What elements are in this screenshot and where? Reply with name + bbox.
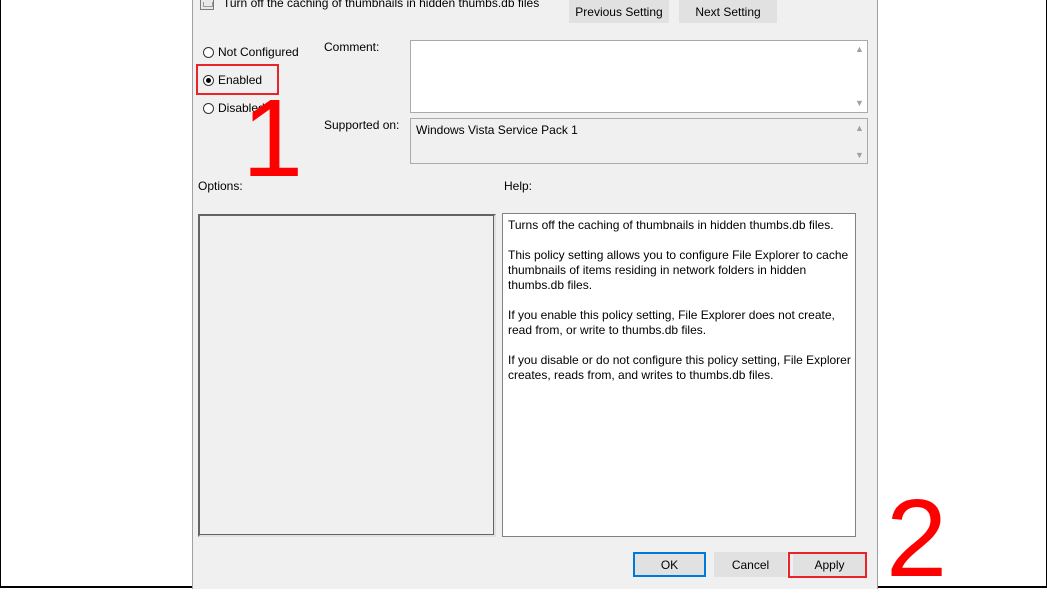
radio-button[interactable] <box>203 102 214 114</box>
next-setting-button[interactable]: Next Setting <box>679 0 777 23</box>
radio-not-configured[interactable]: Not Configured <box>203 45 299 59</box>
supported-scrollbar[interactable]: ▲ ▼ <box>852 119 867 163</box>
supported-on-label: Supported on: <box>324 118 400 132</box>
help-paragraph: Turns off the caching of thumbnails in h… <box>508 218 834 232</box>
options-panel <box>198 214 496 537</box>
help-label: Help: <box>504 179 533 193</box>
comment-input[interactable]: ▲ ▼ <box>410 40 868 113</box>
apply-highlight-box <box>788 552 867 578</box>
supported-on-field: Windows Vista Service Pack 1 ▲ ▼ <box>410 118 868 164</box>
cancel-button[interactable]: Cancel <box>714 552 787 577</box>
help-paragraph: If you disable or do not configure this … <box>508 353 851 382</box>
scroll-up-icon[interactable]: ▲ <box>855 124 864 133</box>
supported-on-value: Windows Vista Service Pack 1 <box>416 123 578 137</box>
step-number-2: 2 <box>886 477 948 600</box>
radio-button[interactable] <box>203 46 214 58</box>
scroll-down-icon[interactable]: ▼ <box>855 151 864 160</box>
step-number-1: 1 <box>242 77 304 200</box>
comment-label: Comment: <box>324 40 380 54</box>
policy-title: Turn off the caching of thumbnails in hi… <box>223 0 540 10</box>
ok-button[interactable]: OK <box>633 552 706 577</box>
comment-scrollbar[interactable]: ▲ ▼ <box>852 41 867 112</box>
scroll-down-icon[interactable]: ▼ <box>855 99 864 108</box>
policy-icon <box>200 0 214 10</box>
radio-label: Not Configured <box>218 45 299 59</box>
scroll-up-icon[interactable]: ▲ <box>855 45 864 54</box>
options-label: Options: <box>198 179 243 193</box>
previous-setting-button[interactable]: Previous Setting <box>569 0 669 23</box>
help-paragraph: If you enable this policy setting, File … <box>508 308 835 337</box>
help-panel: Turns off the caching of thumbnails in h… <box>502 213 856 537</box>
help-paragraph: This policy setting allows you to config… <box>508 248 849 292</box>
